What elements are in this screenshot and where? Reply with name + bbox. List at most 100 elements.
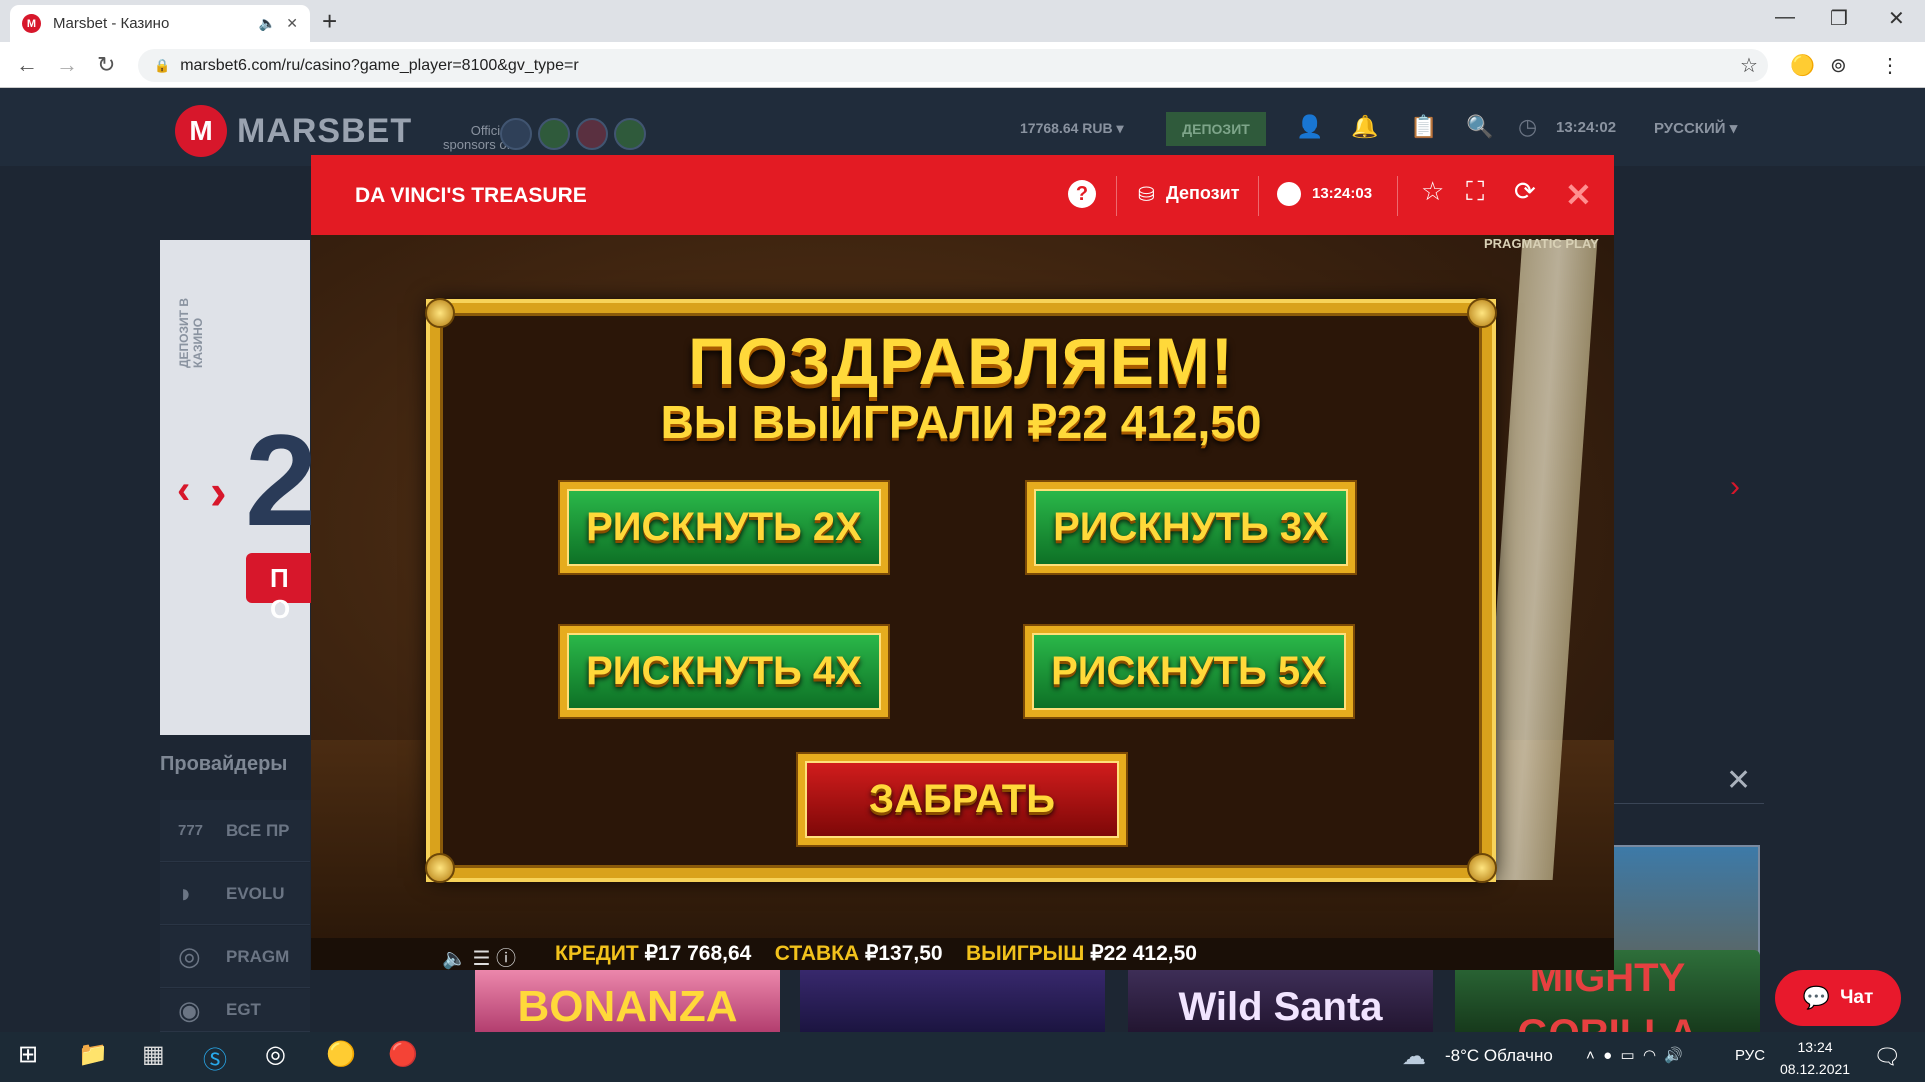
game-title: DA VINCI'S TREASURE (355, 184, 587, 207)
club-badge-icon (614, 118, 646, 150)
weather-text[interactable]: -8°C Облачно (1445, 1046, 1553, 1066)
minimize-button[interactable]: — (1775, 6, 1795, 29)
file-explorer-icon[interactable]: 📁 (78, 1040, 108, 1069)
lock-icon: 🔒 (154, 57, 171, 73)
tab-audio-icon[interactable]: 🔈 (259, 15, 276, 32)
taskbar-date: 08.12.2021 (1780, 1061, 1851, 1077)
banner-button[interactable]: П О (246, 553, 316, 624)
collect-button[interactable]: ЗАБРАТЬ (798, 754, 1126, 845)
congrats-heading: ПОЗДРАВЛЯЕМ! (688, 324, 1234, 398)
provider-item[interactable]: ◗ EVOLU (160, 863, 310, 925)
site-deposit-button[interactable]: ДЕПОЗИТ (1166, 112, 1266, 146)
calculator-icon[interactable]: ▦ (142, 1040, 165, 1069)
banner-big-number: 2 (245, 407, 318, 553)
game-controls: 🔈 ☰ ⓘ (442, 942, 516, 971)
sound-icon[interactable]: 🔈 (442, 948, 467, 970)
site-time: 13:24:02 (1556, 119, 1617, 136)
coins-icon[interactable]: ⛁ (1138, 182, 1155, 207)
game-tile[interactable]: Wild Santa (1128, 965, 1433, 1033)
chat-button[interactable]: 💬 Чат (1775, 970, 1901, 1026)
balance-display[interactable]: 17768.64 RUB ▾ (1020, 120, 1124, 137)
club-badge-icon (500, 118, 532, 150)
search-icon[interactable]: 🔍 (1466, 114, 1493, 140)
close-game-icon[interactable]: ✕ (1565, 176, 1592, 214)
frame-ornament-icon (425, 853, 455, 883)
system-tray[interactable]: ˄ ● ▭ ◠ 🔊 (1586, 1046, 1683, 1064)
input-language[interactable]: РУС (1735, 1047, 1765, 1064)
bet-slip-icon[interactable]: 📋 (1410, 114, 1437, 140)
risk-3x-button[interactable]: РИСКНУТЬ 3X (1027, 482, 1355, 573)
provider-icon: ◗ (178, 878, 194, 908)
clock-icon (1277, 182, 1301, 206)
credit-value: ₽17 768,64 (644, 942, 752, 965)
provider-name: ВСЕ ПР (226, 820, 290, 840)
browser-taskbar-icon[interactable]: 🟡 (326, 1040, 356, 1069)
new-tab-button[interactable]: + (322, 6, 337, 37)
risk-4x-button[interactable]: РИСКНУТЬ 4X (560, 626, 888, 717)
provider-icon: ◉ (178, 994, 201, 1025)
chat-bubble-icon: 💬 (1802, 985, 1831, 1010)
start-icon[interactable]: ⊞ (18, 1040, 38, 1069)
notification-icon[interactable]: 🗨 (1873, 1044, 1901, 1070)
app-icon[interactable]: ◎ (265, 1040, 286, 1069)
carousel-arrow-icon[interactable]: › (210, 463, 227, 521)
info-icon[interactable]: ⓘ (496, 948, 516, 970)
provider-icon: 777 (178, 822, 204, 839)
provider-name: EGT (226, 1000, 261, 1019)
logo-text: MARSBET (237, 111, 413, 150)
close-window-button[interactable]: ✕ (1888, 6, 1905, 31)
browser-menu-icon[interactable]: ⋮ (1880, 53, 1900, 78)
help-icon[interactable]: ? (1068, 180, 1096, 208)
reload-icon[interactable]: ↻ (97, 52, 115, 78)
chrome-icon[interactable]: 🔴 (388, 1040, 418, 1069)
divider (1258, 176, 1259, 216)
extension-icon[interactable]: 🟡 (1790, 53, 1815, 78)
carousel-prev-icon[interactable]: ‹ (177, 468, 190, 513)
favorite-star-icon[interactable]: ☆ (1421, 176, 1444, 207)
favicon-icon: M (22, 14, 41, 33)
provider-item[interactable]: ◉ EGT (160, 989, 310, 1032)
skype-icon[interactable]: Ⓢ (203, 1040, 227, 1075)
frame-ornament-icon (1467, 853, 1497, 883)
game-tile[interactable]: BONANZA (475, 965, 780, 1033)
url-text: marsbet6.com/ru/casino?game_player=8100&… (180, 56, 579, 74)
back-icon[interactable]: ← (16, 52, 38, 78)
browser-tab[interactable]: M Marsbet - Казино 🔈 ✕ (10, 5, 310, 42)
language-select[interactable]: РУССКИЙ ▾ (1654, 119, 1737, 137)
clock-icon: ◷ (1518, 114, 1538, 139)
game-tile[interactable] (800, 965, 1105, 1033)
balance-value: 17768.64 RUB (1020, 120, 1113, 136)
url-bar[interactable]: 🔒 marsbet6.com/ru/casino?game_player=810… (138, 49, 1768, 82)
credit-label: КРЕДИТ (555, 942, 639, 965)
extension-sync-icon[interactable]: ⊚ (1830, 53, 1847, 78)
taskbar-clock[interactable]: 13:24 08.12.2021 (1780, 1036, 1850, 1080)
risk-5x-button[interactable]: РИСКНУТЬ 5X (1025, 626, 1353, 717)
search-close-icon[interactable]: ✕ (1726, 763, 1751, 798)
profile-icon[interactable]: 👤 (1296, 114, 1323, 140)
provider-name: PRAGM (226, 946, 290, 966)
menu-icon[interactable]: ☰ (472, 948, 490, 970)
provider-icon: ◎ (178, 941, 201, 971)
carousel-next-icon[interactable]: › (1730, 470, 1740, 504)
forward-icon[interactable]: → (56, 52, 78, 78)
weather-icon: ☁ (1402, 1043, 1426, 1070)
fullscreen-icon[interactable]: ⛶ (1466, 176, 1484, 208)
risk-2x-button[interactable]: РИСКНУТЬ 2X (560, 482, 888, 573)
divider (1116, 176, 1117, 216)
refresh-icon[interactable]: ⟳ (1514, 176, 1536, 207)
maximize-button[interactable]: ❐ (1830, 6, 1848, 31)
bookmark-star-icon[interactable]: ☆ (1740, 53, 1758, 78)
win-label: ВЫИГРЫШ (965, 942, 1085, 965)
provider-item[interactable]: ◎ PRAGM (160, 926, 310, 988)
game-deposit-link[interactable]: Депозит (1166, 183, 1240, 204)
provider-item[interactable]: 777 ВСЕ ПР (160, 800, 310, 862)
notifications-icon[interactable]: 🔔 (1351, 114, 1378, 140)
marsbet-logo[interactable]: M MARSBET (175, 105, 412, 157)
sponsor-line2: sponsors of (443, 137, 511, 152)
banner-vertical-text: ДЕПОЗИТ В КАЗИНО (177, 298, 205, 368)
providers-title: Провайдеры (160, 753, 288, 775)
taskbar-time: 13:24 (1797, 1039, 1833, 1055)
tab-close-icon[interactable]: ✕ (286, 15, 298, 32)
logo-mark: M (175, 105, 227, 157)
club-badge-icon (576, 118, 608, 150)
